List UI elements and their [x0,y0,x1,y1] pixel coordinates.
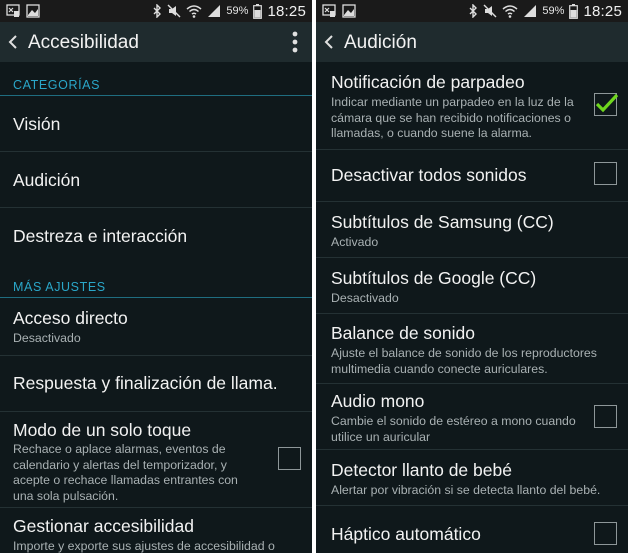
row-title: Modo de un solo toque [13,420,192,440]
modo-un-solo-toque-item[interactable]: Modo de un solo toque Rechace o aplace a… [0,412,312,508]
row-subtitle: Importe y exporte sus ajustes de accesib… [13,539,275,553]
row-title: Acceso directo [13,308,128,328]
status-bar: 59% 18:25 [316,0,628,22]
battery-percent: 59% [226,5,249,17]
accesibilidad-screen: 59% 18:25 Accesibilidad CATEGORÍAS Visió… [0,0,312,553]
subtitulos-google-item[interactable]: Subtítulos de Google (CC) Desactivado [316,258,628,314]
audicion-screen: 59% 18:25 Audición Notificación de parpa… [316,0,628,553]
notificacion-parpadeo-checkbox[interactable] [594,93,619,116]
gallery-icon [342,4,356,18]
row-title: Destreza e interacción [13,226,188,246]
row-subtitle-line-1: Ajuste el balance de sonido de los repro… [331,346,597,360]
mute-icon [167,4,181,18]
action-bar: Accesibilidad [0,22,312,62]
respuesta-finalizacion-item[interactable]: Respuesta y finalización de llama. [0,356,312,412]
section-header-mas-ajustes: MÁS AJUSTES [0,272,312,298]
section-header-label: CATEGORÍAS [13,78,101,92]
page-title: Audición [344,32,417,53]
check-icon [595,93,619,113]
desactivar-sonidos-item[interactable]: Desactivar todos sonidos [316,150,628,202]
screenshot-icon [322,4,336,17]
detector-llanto-item[interactable]: Detector llanto de bebé Alertar por vibr… [316,450,628,506]
row-subtitle-line-1: Indicar mediante un parpadeo en la luz d… [331,95,574,109]
acceso-directo-item[interactable]: Acceso directo Desactivado [0,298,312,356]
row-subtitle-line-1: Rechace o aplace alarmas, eventos de [13,442,226,456]
category-vision[interactable]: Visión [0,96,312,152]
page-title: Accesibilidad [28,32,139,53]
screenshot-icon [6,4,20,17]
balance-sonido-item[interactable]: Balance de sonido Ajuste el balance de s… [316,314,628,384]
row-subtitle: Desactivado [331,291,399,305]
row-title: Subtítulos de Samsung (CC) [331,212,554,232]
section-header-categorias: CATEGORÍAS [0,70,312,96]
battery-icon [253,3,263,19]
row-subtitle: Alertar por vibración si se detecta llan… [331,483,601,497]
section-header-label: MÁS AJUSTES [13,280,106,294]
row-subtitle-line-3: llamadas, o cuando suene la alarma. [331,126,532,140]
category-destreza[interactable]: Destreza e interacción [0,208,312,264]
row-title: Audio mono [331,391,425,411]
row-title: Gestionar accesibilidad [13,516,194,536]
row-title: Respuesta y finalización de llama. [13,373,278,393]
category-audicion[interactable]: Audición [0,152,312,208]
row-title: Audición [13,170,81,190]
back-arrow-icon[interactable] [322,34,336,50]
row-subtitle-line-4: una sola pulsación. [13,488,119,503]
battery-percent: 59% [542,5,565,17]
audio-mono-checkbox[interactable] [594,405,617,428]
notificacion-parpadeo-item[interactable]: Notificación de parpadeo Indicar mediant… [316,62,628,150]
battery-icon [569,3,579,19]
gallery-icon [26,4,40,18]
mute-icon [483,4,497,18]
signal-icon [524,5,537,17]
row-subtitle: Activado [331,235,379,249]
row-title: Subtítulos de Google (CC) [331,268,537,288]
row-title: Detector llanto de bebé [331,460,512,480]
modo-toque-checkbox[interactable] [278,447,301,470]
row-title: Visión [13,114,61,134]
status-bar: 59% 18:25 [0,0,312,22]
overflow-menu-icon[interactable] [292,31,298,53]
row-title: Desactivar todos sonidos [331,165,527,185]
subtitulos-samsung-item[interactable]: Subtítulos de Samsung (CC) Activado [316,202,628,258]
wifi-icon [186,5,202,18]
gestionar-accesibilidad-item[interactable]: Gestionar accesibilidad Importe y export… [0,508,312,553]
haptico-automatico-item[interactable]: Háptico automático [316,506,628,553]
haptico-automatico-checkbox[interactable] [594,522,617,545]
bluetooth-icon [469,4,478,18]
row-subtitle-line-2: multimedia cuando conecte auriculares. [331,361,548,376]
action-bar: Audición [316,22,628,62]
clock: 18:25 [583,2,622,20]
wifi-icon [502,5,518,18]
desactivar-sonidos-checkbox[interactable] [594,162,617,185]
audio-mono-item[interactable]: Audio mono Cambie el sonido de estéreo a… [316,384,628,450]
bluetooth-icon [153,4,162,18]
back-arrow-icon[interactable] [6,34,20,50]
clock: 18:25 [267,2,306,20]
row-subtitle-line-3: acepte o rechace llamadas entrantes con [13,473,238,487]
row-subtitle-line-1: Cambie el sonido de estéreo a mono cuand… [331,414,576,428]
row-subtitle-line-2: calendario y alertas del temporizador, y [13,457,227,472]
row-subtitle: Desactivado [13,331,81,345]
row-subtitle-line-2: utilice un auricular [331,429,431,444]
row-title: Notificación de parpadeo [331,72,525,92]
row-title: Balance de sonido [331,323,475,343]
row-subtitle-line-2: cámara que se han recibido notificacione… [331,110,571,125]
signal-icon [208,5,221,17]
row-title: Háptico automático [331,524,481,544]
